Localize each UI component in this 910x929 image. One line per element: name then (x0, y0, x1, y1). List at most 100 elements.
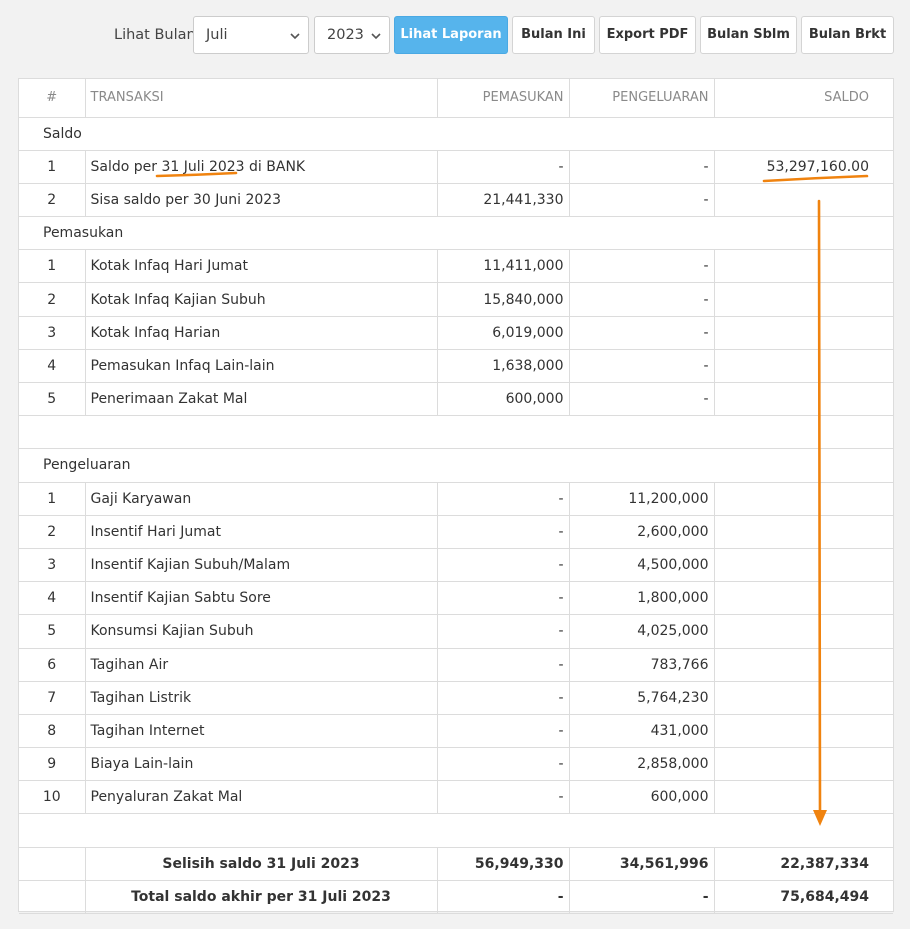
table-header: # TRANSAKSI PEMASUKAN PENGELUARAN SALDO (19, 79, 893, 118)
table-row: 10 Penyaluran Zakat Mal -600,000 (19, 780, 893, 815)
income-amount: - (436, 647, 570, 682)
table-row: 8 Tagihan Internet -431,000 (19, 713, 893, 749)
section-title: Pemasukan (19, 216, 893, 251)
income-amount: - (436, 747, 570, 782)
row-number: 4 (19, 581, 86, 616)
transaction-name: Kotak Infaq Kajian Subuh (84, 282, 438, 317)
expense-amount: 11,200,000 (568, 481, 715, 516)
row-number: 1 (19, 249, 86, 284)
transaction-name: Insentif Hari Jumat (84, 514, 438, 549)
table-row: 4 Pemasukan Infaq Lain-lain 1,638,000- (19, 348, 893, 384)
row-number: 2 (19, 182, 86, 218)
header-number: # (19, 79, 86, 118)
header-balance: SALDO (713, 79, 893, 118)
expense-amount: - (568, 879, 715, 915)
balance-amount (713, 282, 893, 317)
report-table-body: Saldo 1 Saldo per 31 Juli 2023 di BANK - -53… (19, 117, 893, 915)
expense-amount: - (568, 348, 715, 384)
spacer-row (19, 415, 893, 450)
table-row: 2 Kotak Infaq Kajian Subuh 15,840,000- (19, 282, 893, 317)
header-income: PEMASUKAN (436, 79, 570, 118)
section-row: Saldo (19, 117, 893, 151)
balance-amount (713, 182, 893, 218)
table-row: 7 Tagihan Listrik -5,764,230 (19, 680, 893, 715)
header-expense: PENGELUARAN (568, 79, 715, 118)
header-transaction: TRANSAKSI (84, 79, 438, 118)
row-number: 5 (19, 614, 86, 649)
view-report-button[interactable]: Lihat Laporan (394, 16, 508, 54)
expense-amount: - (568, 149, 715, 184)
row-number: 10 (19, 780, 86, 815)
this-month-button[interactable]: Bulan Ini (512, 16, 595, 54)
balance-amount (713, 780, 893, 815)
income-amount: - (436, 879, 570, 915)
income-amount: 600,000 (436, 381, 570, 417)
expense-amount: 4,500,000 (568, 547, 715, 583)
table-row: 3 Kotak Infaq Harian 6,019,000- (19, 315, 893, 350)
prev-month-button[interactable]: Bulan Sblm (700, 16, 797, 54)
balance-amount (713, 647, 893, 682)
export-pdf-button[interactable]: Export PDF (599, 16, 696, 54)
total-row: Total saldo akhir per 31 Juli 2023- -75,6… (19, 879, 893, 915)
row-number: 1 (19, 149, 86, 184)
transaction-name: Sisa saldo per 30 Juni 2023 (84, 182, 438, 218)
year-select-value: 2023 (327, 27, 364, 43)
income-amount: 1,638,000 (436, 348, 570, 384)
expense-amount: - (568, 315, 715, 350)
row-number: 7 (19, 680, 86, 715)
next-month-button[interactable]: Bulan Brkt (801, 16, 894, 54)
expense-amount: 4,025,000 (568, 614, 715, 649)
income-amount: - (436, 614, 570, 649)
balance-amount (713, 614, 893, 649)
income-amount: 56,949,330 (436, 846, 570, 881)
income-amount: - (436, 713, 570, 749)
total-label: Selisih saldo 31 Juli 2023 (84, 846, 438, 881)
transaction-name: Kotak Infaq Hari Jumat (84, 249, 438, 284)
total-row: Selisih saldo 31 Juli 2023 56,949,330 34,5… (19, 846, 893, 881)
expense-amount: 2,600,000 (568, 514, 715, 549)
expense-amount: 431,000 (568, 713, 715, 749)
balance-amount: 75,684,494 (713, 879, 893, 915)
income-amount: - (436, 680, 570, 715)
expense-amount: - (568, 381, 715, 417)
chevron-down-icon (371, 33, 381, 40)
expense-amount: - (568, 282, 715, 317)
row-number: 2 (19, 514, 86, 549)
balance-amount (713, 581, 893, 616)
income-amount: 15,840,000 (436, 282, 570, 317)
row-number: 8 (19, 713, 86, 749)
table-row: 6 Tagihan Air -783,766 (19, 647, 893, 682)
section-title: Pengeluaran (19, 448, 893, 483)
month-picker-label: Lihat Bulan (114, 27, 196, 43)
year-select[interactable]: 2023 (314, 16, 390, 54)
balance-amount (713, 680, 893, 715)
row-number: 6 (19, 647, 86, 682)
section-row: Pengeluaran (19, 448, 893, 483)
month-select[interactable]: Juli (193, 16, 309, 54)
expense-amount: 34,561,996 (568, 846, 715, 881)
transaction-name: Konsumsi Kajian Subuh (84, 614, 438, 649)
table-row: 1 Kotak Infaq Hari Jumat 11,411,000- (19, 249, 893, 284)
month-select-value: Juli (206, 27, 228, 43)
expense-amount: 1,800,000 (568, 581, 715, 616)
balance-amount (713, 547, 893, 583)
section-row: Pemasukan (19, 216, 893, 251)
table-row: 1 Gaji Karyawan -11,200,000 (19, 481, 893, 516)
table-row: 5 Penerimaan Zakat Mal 600,000- (19, 381, 893, 417)
row-number: 1 (19, 481, 86, 516)
table-row: 9 Biaya Lain-lain -2,858,000 (19, 747, 893, 782)
transaction-name: Tagihan Listrik (84, 680, 438, 715)
row-number (19, 879, 86, 915)
row-number: 2 (19, 282, 86, 317)
transaction-name: Kotak Infaq Harian (84, 315, 438, 350)
total-label: Total saldo akhir per 31 Juli 2023 (84, 879, 438, 915)
row-number: 5 (19, 381, 86, 417)
balance-amount (713, 348, 893, 384)
section-title: Saldo (19, 117, 893, 151)
income-amount: - (436, 547, 570, 583)
spacer-cell (19, 813, 893, 848)
transaction-name: Insentif Kajian Sabtu Sore (84, 581, 438, 616)
spacer-cell (19, 415, 893, 450)
transaction-name: Tagihan Internet (84, 713, 438, 749)
balance-amount: 53,297,160.00 (713, 149, 893, 184)
